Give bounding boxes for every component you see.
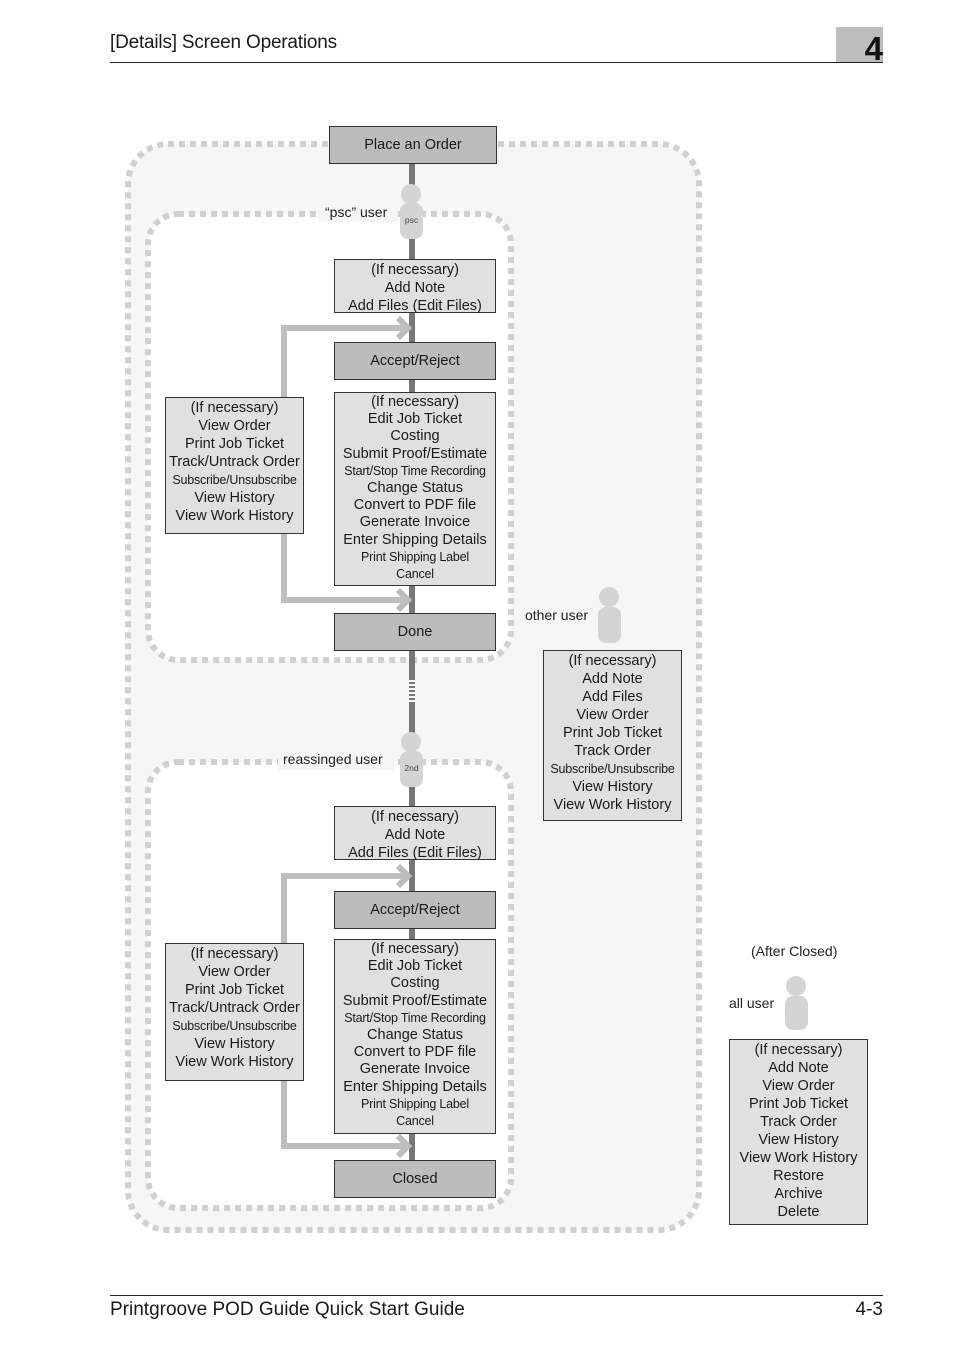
reassigned-side-actions-box: (If necessary) View Order Print Job Tick… <box>165 943 304 1081</box>
place-an-order-label: Place an Order <box>364 137 462 153</box>
psc-side-actions-box: (If necessary) View Order Print Job Tick… <box>165 397 304 534</box>
action-item: Print Job Ticket <box>748 1096 849 1112</box>
other-user-icon <box>598 587 621 643</box>
after-closed-caption: (After Closed) <box>751 943 838 959</box>
action-item: Cancel <box>396 567 434 582</box>
action-item: View History <box>572 779 653 795</box>
action-item: Add Note <box>384 280 446 296</box>
action-item: Print Job Ticket <box>184 982 285 998</box>
action-item: Add Files (Edit Files) <box>348 845 482 861</box>
psc-pre-accept-box: (If necessary) Add Note Add Files (Edit … <box>334 259 496 314</box>
closed-label: Closed <box>392 1171 438 1187</box>
action-item: Convert to PDF file <box>353 1044 477 1061</box>
done-box: Done <box>334 613 496 651</box>
action-item: (If necessary) <box>371 262 459 278</box>
reassigned-main-actions-box: (If necessary) Edit Job Ticket Costing S… <box>334 939 496 1134</box>
page-number: 4-3 <box>855 1299 883 1320</box>
action-item: Track/Untrack Order <box>169 1000 300 1016</box>
action-item: Convert to PDF file <box>353 497 477 514</box>
action-item: Change Status <box>367 480 463 497</box>
action-item: View Work History <box>553 797 672 813</box>
psc-main-actions-box: (If necessary) Edit Job Ticket Costing S… <box>334 392 496 586</box>
action-item: Add Files (Edit Files) <box>348 298 482 314</box>
action-item: Add Note <box>582 671 643 687</box>
action-item: Subscribe/Unsubscribe <box>172 473 297 487</box>
action-item: View Work History <box>175 1054 294 1070</box>
other-user-actions-box: (If necessary) Add Note Add Files View O… <box>543 650 682 821</box>
action-item: Edit Job Ticket <box>367 958 463 975</box>
all-user-icon <box>785 976 808 1030</box>
psc-accept-reject-box: Accept/Reject <box>334 342 496 380</box>
psc-user-icon <box>400 184 423 239</box>
action-item: (If necessary) <box>190 400 279 416</box>
all-user-label: all user <box>729 995 775 1011</box>
action-item: Start/Stop Time Recording <box>344 463 486 478</box>
psc-user-label: “psc” user <box>325 204 388 220</box>
done-label: Done <box>397 624 433 640</box>
action-item: Enter Shipping Details <box>343 531 487 548</box>
footer-title: Printgroove POD Guide Quick Start Guide <box>110 1299 465 1320</box>
action-item: Submit Proof/Estimate <box>342 445 488 462</box>
action-item: Submit Proof/Estimate <box>342 992 488 1009</box>
action-item: Start/Stop Time Recording <box>344 1010 486 1025</box>
reassigned-user-icon <box>400 732 423 787</box>
action-item: Archive <box>774 1186 823 1202</box>
action-item: View History <box>758 1132 839 1148</box>
action-item: Print Shipping Label <box>361 549 469 564</box>
action-item: View History <box>194 1036 275 1052</box>
closed-box: Closed <box>334 1160 496 1198</box>
action-item: View History <box>194 490 275 506</box>
accept-reject-label: Accept/Reject <box>370 902 460 918</box>
action-item: Track/Untrack Order <box>169 454 300 470</box>
action-item: Print Shipping Label <box>361 1096 469 1111</box>
action-item: Track Order <box>760 1114 837 1130</box>
action-item: Delete <box>777 1204 820 1220</box>
action-item: Generate Invoice <box>359 1061 471 1078</box>
action-item: Print Job Ticket <box>562 725 663 741</box>
action-item: Restore <box>773 1168 824 1184</box>
action-item: (If necessary) <box>190 946 279 962</box>
action-item: (If necessary) <box>371 394 459 410</box>
action-item: Subscribe/Unsubscribe <box>550 762 675 776</box>
other-user-label: other user <box>525 607 589 623</box>
action-item: View Work History <box>739 1150 858 1166</box>
action-item: View Order <box>576 707 649 723</box>
action-item: Enter Shipping Details <box>343 1078 487 1095</box>
action-item: Costing <box>390 428 440 445</box>
action-item: Subscribe/Unsubscribe <box>172 1019 297 1033</box>
action-item: (If necessary) <box>371 809 459 825</box>
action-item: Cancel <box>396 1114 434 1129</box>
action-item: Add Files <box>582 689 643 705</box>
action-item: (If necessary) <box>371 941 459 957</box>
all-user-actions-box: (If necessary) Add Note View Order Print… <box>729 1039 868 1225</box>
footer-rule <box>110 1295 883 1296</box>
action-item: Costing <box>390 975 440 992</box>
reassigned-user-label: reassinged user <box>283 751 383 767</box>
action-item: Add Note <box>768 1060 829 1076</box>
accept-reject-label: Accept/Reject <box>370 353 460 369</box>
reassigned-accept-reject-box: Accept/Reject <box>334 891 496 929</box>
action-item: View Order <box>198 964 271 980</box>
action-item: Add Note <box>384 827 446 843</box>
action-item: Generate Invoice <box>359 514 471 531</box>
action-item: Track Order <box>574 743 651 759</box>
action-item: Change Status <box>367 1027 463 1044</box>
action-item: Edit Job Ticket <box>367 411 463 428</box>
action-item: Print Job Ticket <box>184 436 285 452</box>
reassigned-pre-accept-box: (If necessary) Add Note Add Files (Edit … <box>334 806 496 861</box>
action-item: View Work History <box>175 508 294 524</box>
reassigned-badge: 2nd <box>404 763 419 773</box>
place-an-order-box: Place an Order <box>329 126 497 164</box>
psc-badge: psc <box>404 215 419 225</box>
action-item: (If necessary) <box>754 1042 843 1058</box>
action-item: (If necessary) <box>568 653 657 669</box>
action-item: View Order <box>198 418 271 434</box>
action-item: View Order <box>762 1078 835 1094</box>
